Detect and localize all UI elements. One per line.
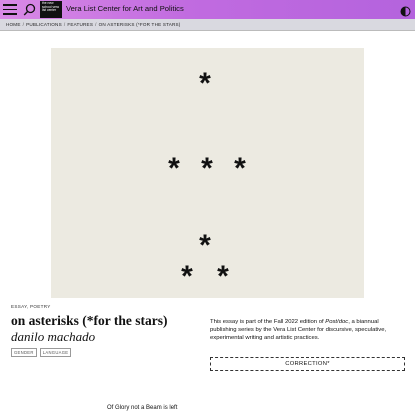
- breadcrumb-publications[interactable]: PUBLICATIONS: [26, 22, 62, 27]
- breadcrumb-features[interactable]: FEATURES: [67, 22, 93, 27]
- breadcrumb: HOME / PUBLICATIONS / FEATURES / ON ASTE…: [0, 19, 415, 31]
- breadcrumb-separator: /: [63, 22, 66, 27]
- publication-link[interactable]: Post/doc: [325, 319, 348, 325]
- asterisk-glyph: *: [199, 67, 211, 100]
- site-title[interactable]: Vera List Center for Art and Politics: [66, 4, 184, 13]
- asterisk-glyph: *: [201, 152, 213, 185]
- search-icon[interactable]: [23, 3, 36, 16]
- breadcrumb-home[interactable]: HOME: [6, 22, 21, 27]
- article-kind: ESSAY, POETRY: [11, 304, 51, 309]
- asterisk-glyph: *: [217, 260, 229, 293]
- contrast-toggle-glyph: [400, 6, 411, 17]
- tag-list: GENDER LANGUAGE: [11, 348, 72, 357]
- search-icon-glyph: [23, 3, 36, 16]
- breadcrumb-current: ON ASTERISKS (*FOR THE STARS): [98, 22, 181, 27]
- article-first-line: Of Glory not a Beam is left: [107, 405, 178, 411]
- correction-button[interactable]: CORRECTION*: [210, 357, 405, 371]
- logo-text: the new school vera list center: [42, 1, 59, 13]
- site-logo[interactable]: the new school vera list center: [40, 1, 62, 18]
- site-header: the new school vera list center Vera Lis…: [0, 0, 415, 19]
- tag-chip-gender[interactable]: GENDER: [11, 348, 37, 357]
- asterisk-glyph: *: [181, 260, 193, 293]
- menu-line: [3, 4, 17, 6]
- hamburger-menu-icon[interactable]: [3, 4, 17, 15]
- asterisk-glyph: *: [168, 152, 180, 185]
- breadcrumb-separator: /: [95, 22, 97, 27]
- menu-line: [3, 8, 17, 10]
- edition-note-lead: This essay is part of the Fall 2022 edit…: [210, 319, 326, 325]
- tag-chip-language[interactable]: LANGUAGE: [39, 348, 72, 357]
- breadcrumb-separator: /: [22, 22, 25, 27]
- contrast-toggle-icon[interactable]: [400, 4, 411, 17]
- menu-line: [3, 13, 17, 15]
- asterisk-glyph: *: [234, 152, 246, 185]
- article-title: on asterisks (*for the stars): [11, 313, 168, 328]
- hero-image: * * * * * * *: [51, 48, 364, 298]
- asterisk-glyph: *: [199, 229, 211, 262]
- article-author[interactable]: danilo machado: [11, 329, 95, 345]
- asterisk-artwork: * * * * * * *: [168, 67, 246, 293]
- edition-note: This essay is part of the Fall 2022 edit…: [210, 319, 400, 342]
